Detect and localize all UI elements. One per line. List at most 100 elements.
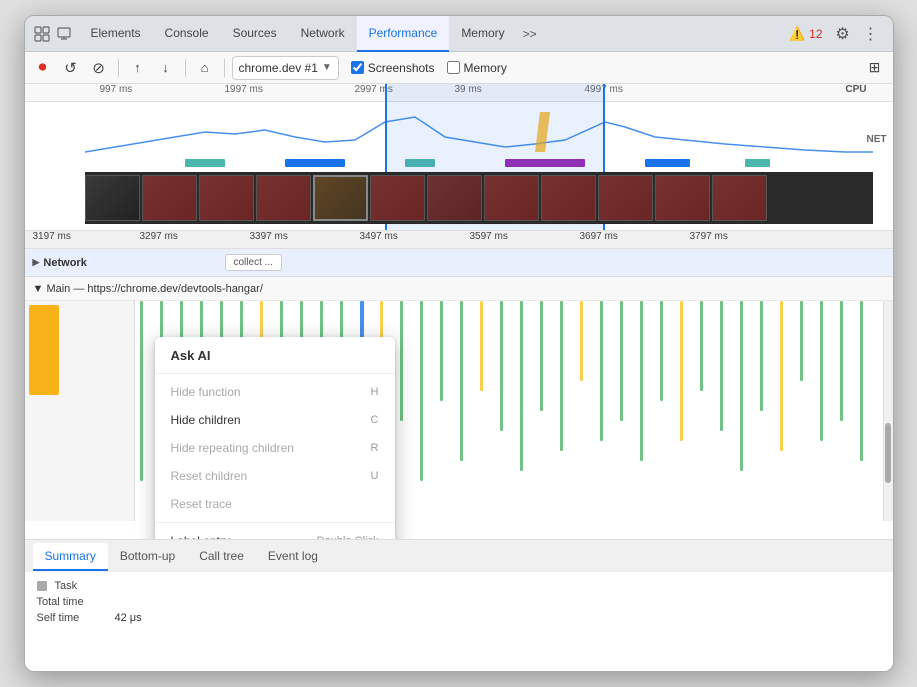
ruler2-tick-2: 3297 ms <box>140 231 178 242</box>
divider3 <box>224 59 225 77</box>
ctx-separator-1 <box>155 522 395 523</box>
screenshot-7 <box>427 175 482 221</box>
context-ask-ai[interactable]: Ask AI <box>155 341 395 374</box>
cpu-label: CPU <box>845 84 866 95</box>
devtools-icon <box>33 25 51 43</box>
device-icon <box>55 25 73 43</box>
screenshot-2 <box>142 175 197 221</box>
self-time-label: Self time <box>37 612 107 624</box>
clear-button[interactable]: ⊘ <box>87 56 111 80</box>
tab-sources[interactable]: Sources <box>221 16 289 52</box>
main-thread-row: ▼ Main — https://chrome.dev/devtools-han… <box>25 277 893 301</box>
screenshots-checkbox-container: Screenshots <box>351 61 435 75</box>
task-color-box <box>37 581 47 591</box>
main-content: ▶ Network collect ... ▼ Main — https://c… <box>25 249 893 539</box>
task-row: Task <box>37 580 881 592</box>
toolbar: ⏺ ↺ ⊘ ↑ ↓ ⌂ chrome.dev #1 ▼ Screenshots … <box>25 52 893 84</box>
hide-children-shortcut: C <box>371 414 379 426</box>
profile-select[interactable]: chrome.dev #1 ▼ <box>232 56 339 80</box>
screenshot-6 <box>370 175 425 221</box>
ruler-tick-1: 997 ms <box>100 84 133 95</box>
summary-panel: Task Total time Self time 42 μs <box>25 571 893 671</box>
tab-memory[interactable]: Memory <box>449 16 516 52</box>
context-hide-repeating: Hide repeating children R <box>155 434 395 462</box>
screenshot-3 <box>199 175 254 221</box>
record-button[interactable]: ⏺ <box>31 56 55 80</box>
context-hide-function: Hide function H <box>155 378 395 406</box>
tab-performance[interactable]: Performance <box>357 16 450 52</box>
context-reset-trace: Reset trace <box>155 490 395 518</box>
upload-button[interactable]: ↑ <box>126 56 150 80</box>
network-expand-icon[interactable]: ▶ <box>33 257 40 268</box>
context-menu: Ask AI Hide function H Hide children C H… <box>155 337 395 539</box>
tab-network[interactable]: Network <box>289 16 357 52</box>
network-row-label: Network <box>43 257 86 269</box>
divider1 <box>118 59 119 77</box>
network-section-row: ▶ Network collect ... <box>25 249 893 277</box>
ruler2-tick-1: 3197 ms <box>33 231 71 242</box>
warning-count: 12 <box>809 27 822 41</box>
tab-overflow[interactable]: >> <box>517 27 543 41</box>
total-time-row: Total time <box>37 596 881 608</box>
divider2 <box>185 59 186 77</box>
screenshot-4 <box>256 175 311 221</box>
download-button[interactable]: ↓ <box>154 56 178 80</box>
hide-repeating-shortcut: R <box>371 442 379 454</box>
ruler2-tick-7: 3797 ms <box>690 231 728 242</box>
screenshots-checkbox[interactable] <box>351 61 364 74</box>
label-entry-shortcut: Double Click <box>317 535 379 539</box>
reset-children-shortcut: U <box>371 470 379 482</box>
tab-console[interactable]: Console <box>153 16 221 52</box>
screenshot-5 <box>313 175 368 221</box>
screenshot-8 <box>484 175 539 221</box>
toolbar-right: ⊞ <box>863 56 887 80</box>
memory-label: Memory <box>464 61 507 75</box>
tab-elements[interactable]: Elements <box>79 16 153 52</box>
capture-button[interactable]: ⊞ <box>863 56 887 80</box>
tab-summary[interactable]: Summary <box>33 543 108 571</box>
scrollbar[interactable] <box>883 301 893 521</box>
ruler-tick-2: 1997 ms <box>225 84 263 95</box>
main-thread-label: ▼ Main — https://chrome.dev/devtools-han… <box>33 283 263 295</box>
tab-bar: Elements Console Sources Network Perform… <box>25 16 893 52</box>
screenshot-12 <box>712 175 767 221</box>
ruler2-tick-4: 3497 ms <box>360 231 398 242</box>
yellow-block <box>29 305 59 395</box>
ruler2-tick-5: 3597 ms <box>470 231 508 242</box>
settings-button[interactable]: ⚙ <box>829 20 857 48</box>
screenshot-9 <box>541 175 596 221</box>
tab-bottom-up[interactable]: Bottom-up <box>108 543 187 571</box>
time-ruler-bottom: 3197 ms 3297 ms 3397 ms 3497 ms 3597 ms … <box>25 230 893 248</box>
profile-arrow-icon: ▼ <box>322 62 332 73</box>
memory-checkbox[interactable] <box>447 61 460 74</box>
screenshot-10 <box>598 175 653 221</box>
screenshot-strip <box>85 172 873 224</box>
devtools-window: Elements Console Sources Network Perform… <box>24 15 894 672</box>
screenshot-11 <box>655 175 710 221</box>
collect-badge[interactable]: collect ... <box>225 254 282 271</box>
warning-icon: ⚠️ <box>789 26 805 42</box>
screenshots-label: Screenshots <box>368 61 435 75</box>
context-reset-children: Reset children U <box>155 462 395 490</box>
scrollbar-thumb[interactable] <box>885 423 891 483</box>
reload-button[interactable]: ↺ <box>59 56 83 80</box>
self-time-value: 42 μs <box>115 612 142 624</box>
flame-rows: Ask AI Hide function H Hide children C H… <box>25 301 893 521</box>
bottom-tabs: Summary Bottom-up Call tree Event log <box>25 539 893 571</box>
more-button[interactable]: ⋮ <box>857 20 885 48</box>
ruler2-tick-3: 3397 ms <box>250 231 288 242</box>
left-label-panel <box>25 301 135 521</box>
tab-event-log[interactable]: Event log <box>256 543 330 571</box>
profile-label: chrome.dev #1 <box>239 61 318 75</box>
timeline-area: 997 ms 1997 ms 2997 ms 39 ms 4997 ms CPU… <box>25 84 893 249</box>
home-button[interactable]: ⌂ <box>193 56 217 80</box>
context-hide-children[interactable]: Hide children C <box>155 406 395 434</box>
tab-call-tree[interactable]: Call tree <box>187 543 256 571</box>
task-label: Task <box>55 580 78 592</box>
ruler2-tick-6: 3697 ms <box>580 231 618 242</box>
hide-function-shortcut: H <box>371 386 379 398</box>
warning-badge[interactable]: ⚠️ 12 <box>783 26 829 42</box>
context-label-entry[interactable]: Label entry Double Click <box>155 527 395 539</box>
screenshot-1 <box>85 175 140 221</box>
total-time-label: Total time <box>37 596 107 608</box>
